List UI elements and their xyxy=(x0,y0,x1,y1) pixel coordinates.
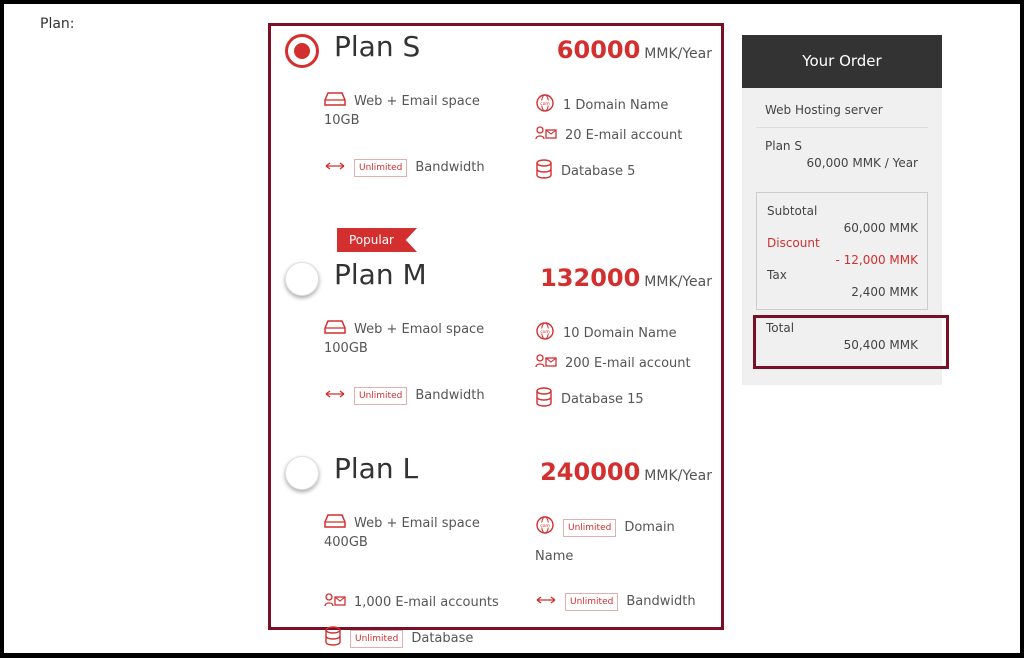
plan-l-radio[interactable] xyxy=(285,456,319,490)
plan-s-name: Plan S xyxy=(334,30,421,63)
plan-m-price-value: 132000 xyxy=(540,264,641,292)
unlimited-badge: Unlimited xyxy=(565,593,619,611)
plan-s-price-unit: MMK/Year xyxy=(644,46,712,62)
plan-l-storage: Web + Email space 400GB xyxy=(324,514,480,550)
plan-m-price-unit: MMK/Year xyxy=(644,274,712,290)
order-server: Web Hosting server xyxy=(765,103,883,117)
plan-m-email: 200 E-mail account xyxy=(535,354,691,374)
svg-text:com: com xyxy=(540,330,550,335)
plan-s-domain: com 1 Domain Name xyxy=(535,93,668,119)
svg-text:com: com xyxy=(540,524,550,529)
unlimited-badge: Unlimited xyxy=(563,519,617,537)
subtotal-value: 60,000 MMK xyxy=(843,221,918,235)
plan-l-database: Unlimited Database xyxy=(324,626,473,652)
tax-label: Tax xyxy=(767,268,787,282)
globe-com-icon: com xyxy=(535,515,555,541)
plan-s-storage: Web + Email space 10GB xyxy=(324,92,480,128)
plan-l-email: 1,000 E-mail accounts xyxy=(324,593,499,613)
server-icon xyxy=(324,514,346,534)
plan-s-radio[interactable] xyxy=(285,34,319,68)
plan-s-database: Database 5 xyxy=(535,159,635,185)
plan-m-storage: Web + Emaol space 100GB xyxy=(324,320,485,356)
order-totals-box: Subtotal 60,000 MMK Discount - 12,000 MM… xyxy=(756,192,928,310)
discount-value: - 12,000 MMK xyxy=(835,253,918,267)
plan-l-bandwidth: Unlimited Bandwidth xyxy=(535,593,696,612)
bandwidth-arrows-icon xyxy=(535,593,557,611)
email-account-icon xyxy=(324,593,346,613)
discount-label: Discount xyxy=(767,236,820,250)
bandwidth-arrows-icon xyxy=(324,159,346,177)
plan-m-name: Plan M xyxy=(334,258,427,291)
unlimited-badge: Unlimited xyxy=(354,387,408,405)
plan-s-email: 20 E-mail account xyxy=(535,126,682,146)
plan-m-bandwidth: Unlimited Bandwidth xyxy=(324,387,485,406)
plan-l-domain: com Unlimited Domain Name xyxy=(535,515,675,566)
subtotal-label: Subtotal xyxy=(767,204,818,218)
plan-l-name: Plan L xyxy=(334,452,419,485)
unlimited-badge: Unlimited xyxy=(354,159,408,177)
popular-ribbon: Popular xyxy=(337,228,417,252)
plan-m-radio[interactable] xyxy=(285,262,319,296)
plan-s-price-value: 60000 xyxy=(556,36,641,64)
plan-label: Plan: xyxy=(40,16,75,32)
total-highlight-box xyxy=(753,315,949,369)
globe-com-icon: com xyxy=(535,321,555,347)
plan-l-price-unit: MMK/Year xyxy=(644,468,712,484)
order-title: Your Order xyxy=(742,35,942,88)
server-icon xyxy=(324,320,346,340)
database-icon xyxy=(324,626,342,652)
plan-l-price-value: 240000 xyxy=(540,458,641,486)
plan-l-price: 240000 MMK/Year xyxy=(540,458,712,486)
server-icon xyxy=(324,92,346,112)
unlimited-badge: Unlimited xyxy=(350,630,404,648)
globe-com-icon: com xyxy=(535,93,555,119)
plan-s-bandwidth: Unlimited Bandwidth xyxy=(324,159,485,178)
email-account-icon xyxy=(535,126,557,146)
divider xyxy=(756,127,928,128)
plan-s-price: 60000 MMK/Year xyxy=(557,36,712,64)
plan-m-domain: com 10 Domain Name xyxy=(535,321,677,347)
order-plan-price: 60,000 MMK / Year xyxy=(806,156,918,170)
svg-text:com: com xyxy=(540,102,550,107)
plan-m-database: Database 15 xyxy=(535,387,644,413)
tax-value: 2,400 MMK xyxy=(851,285,918,299)
order-plan: Plan S xyxy=(765,139,802,153)
plan-m-price: 132000 MMK/Year xyxy=(540,264,712,292)
email-account-icon xyxy=(535,354,557,374)
page-frame: Plan: Plan S 60000 MMK/Year Web + Email s… xyxy=(0,0,1024,658)
bandwidth-arrows-icon xyxy=(324,387,346,405)
database-icon xyxy=(535,387,553,413)
database-icon xyxy=(535,159,553,185)
plans-selection-box: Plan S 60000 MMK/Year Web + Email space 10… xyxy=(268,23,724,648)
